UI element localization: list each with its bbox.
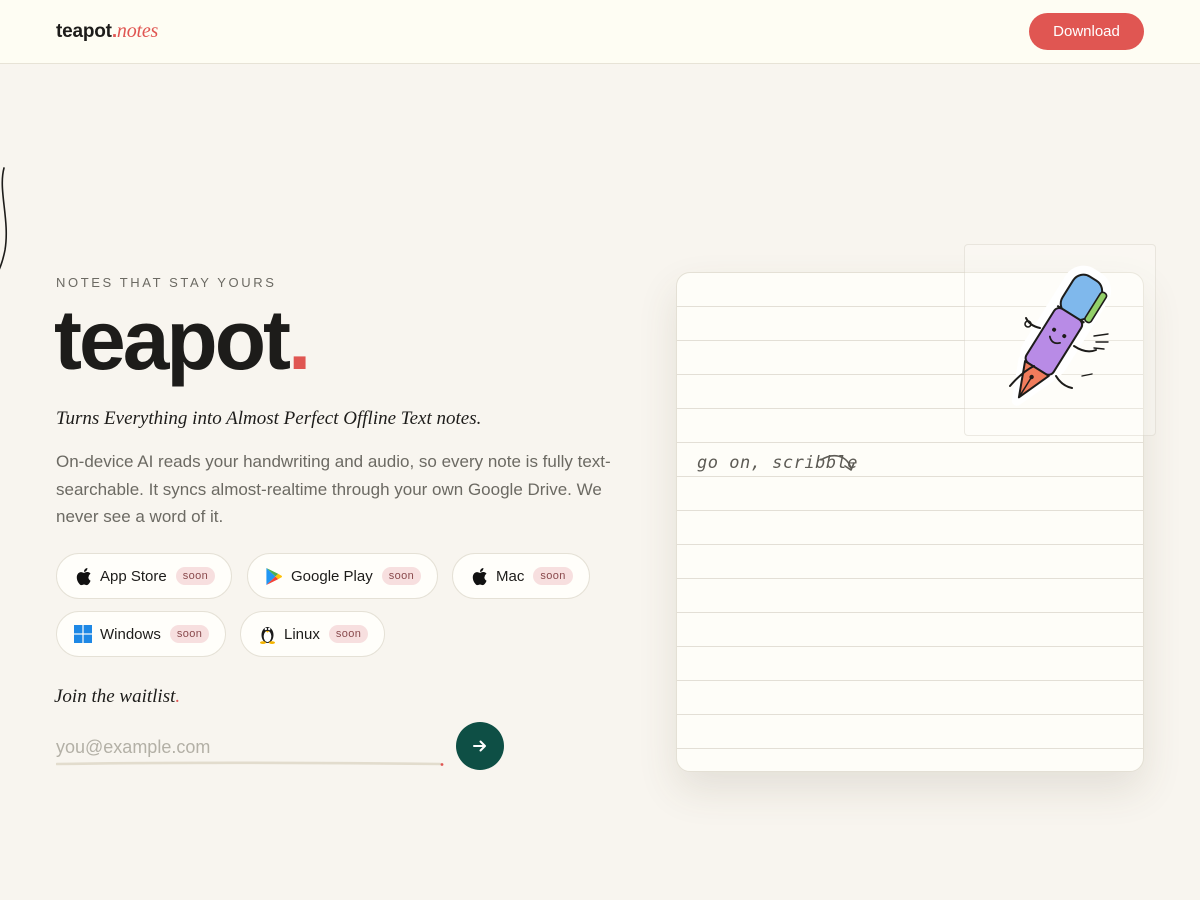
platform-label: Linux [284,625,320,643]
platform-linux[interactable]: Linux soon [240,611,386,657]
platform-label: Windows [100,625,161,643]
notebook-rule [677,680,1143,681]
platform-windows[interactable]: Windows soon [56,611,227,657]
notebook-rule [677,510,1143,511]
notebook-rule [677,612,1143,613]
apple-icon [469,566,489,586]
soon-badge: soon [328,625,369,643]
hero-title-dot: . [288,293,311,387]
hero-description: On-device AI reads your handwriting and … [56,452,611,526]
platform-google-play[interactable]: Google Play soon [247,553,439,599]
soon-badge: soon [169,625,210,643]
hero-eyebrow: NOTES THAT STAY YOURS [56,275,277,290]
fountain-pen-mascot-icon [1009,265,1112,406]
decorative-swirl-icon [0,167,8,270]
soon-badge: soon [381,567,422,585]
apple-icon [73,566,93,586]
soon-badge: soon [533,567,573,585]
waitlist-submit-button[interactable] [456,722,504,770]
notebook-rule [677,748,1143,749]
notebook-rule [677,476,1143,477]
linux-tux-icon [257,624,277,644]
notebook-rule [677,544,1143,545]
hero-title: teapot. [54,298,311,382]
hero-title-word: teapot [54,293,291,387]
notebook-rule [677,714,1143,715]
platform-label: App Store [100,567,167,585]
curved-arrow-icon [820,454,855,471]
waitlist-title: Join the waitlist. [54,686,180,708]
top-navigation-bar: teapot.notes Download [0,0,1200,64]
google-play-icon [264,566,284,586]
hero-tagline: Turns Everything into Almost Perfect Off… [56,408,482,429]
arrow-right-icon [473,740,486,752]
soon-badge: soon [175,567,216,585]
email-input[interactable] [56,732,444,762]
platform-app-store[interactable]: App Store soon [56,553,233,599]
logo-word: teapot [56,21,112,42]
windows-icon [73,624,93,644]
notebook-rule [677,646,1143,647]
notebook-rule [677,578,1143,579]
waitlist-title-text: Join the waitlist [54,686,176,707]
waitlist-title-dot: . [175,686,181,707]
download-button[interactable]: Download [1029,13,1144,50]
email-underline [56,761,444,766]
logo-suffix: notes [116,20,159,42]
notebook-rule [677,442,1143,443]
platform-label: Mac [496,567,525,585]
platform-mac[interactable]: Mac soon [452,553,590,599]
logo[interactable]: teapot.notes [56,20,158,43]
platform-label: Google Play [291,567,373,585]
